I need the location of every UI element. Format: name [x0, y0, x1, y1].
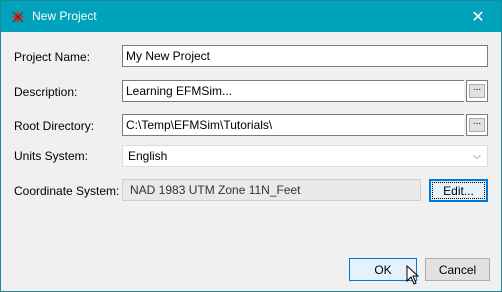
coordinate-system-label: Coordinate System: — [14, 184, 120, 198]
project-name-label: Project Name: — [14, 50, 91, 64]
new-project-dialog: New Project ✕ Project Name: Description:… — [0, 0, 502, 292]
cancel-button[interactable]: Cancel — [425, 258, 490, 281]
description-label: Description: — [14, 85, 78, 99]
units-system-value: English — [128, 149, 168, 163]
units-system-dropdown[interactable]: English ⌵ — [122, 145, 488, 167]
title-bar[interactable]: New Project ✕ — [1, 1, 501, 32]
root-directory-label: Root Directory: — [14, 119, 95, 133]
edit-coordinate-button[interactable]: Edit... — [429, 179, 488, 202]
mouse-pointer-icon — [406, 265, 420, 285]
coordinate-system-field: NAD 1983 UTM Zone 11N_Feet — [122, 179, 421, 201]
description-input[interactable] — [122, 80, 464, 102]
close-icon: ✕ — [471, 8, 485, 26]
window-title: New Project — [32, 9, 97, 23]
app-icon — [11, 10, 25, 24]
units-system-label: Units System: — [14, 149, 89, 163]
ellipsis-icon: ... — [469, 117, 485, 132]
project-name-input[interactable] — [122, 45, 488, 67]
root-directory-input[interactable] — [122, 114, 464, 136]
description-browse-button[interactable]: ... — [466, 80, 488, 102]
ellipsis-icon: ... — [469, 83, 485, 98]
chevron-down-icon: ⌵ — [472, 150, 481, 162]
close-button[interactable]: ✕ — [455, 1, 501, 32]
root-directory-browse-button[interactable]: ... — [466, 114, 488, 136]
